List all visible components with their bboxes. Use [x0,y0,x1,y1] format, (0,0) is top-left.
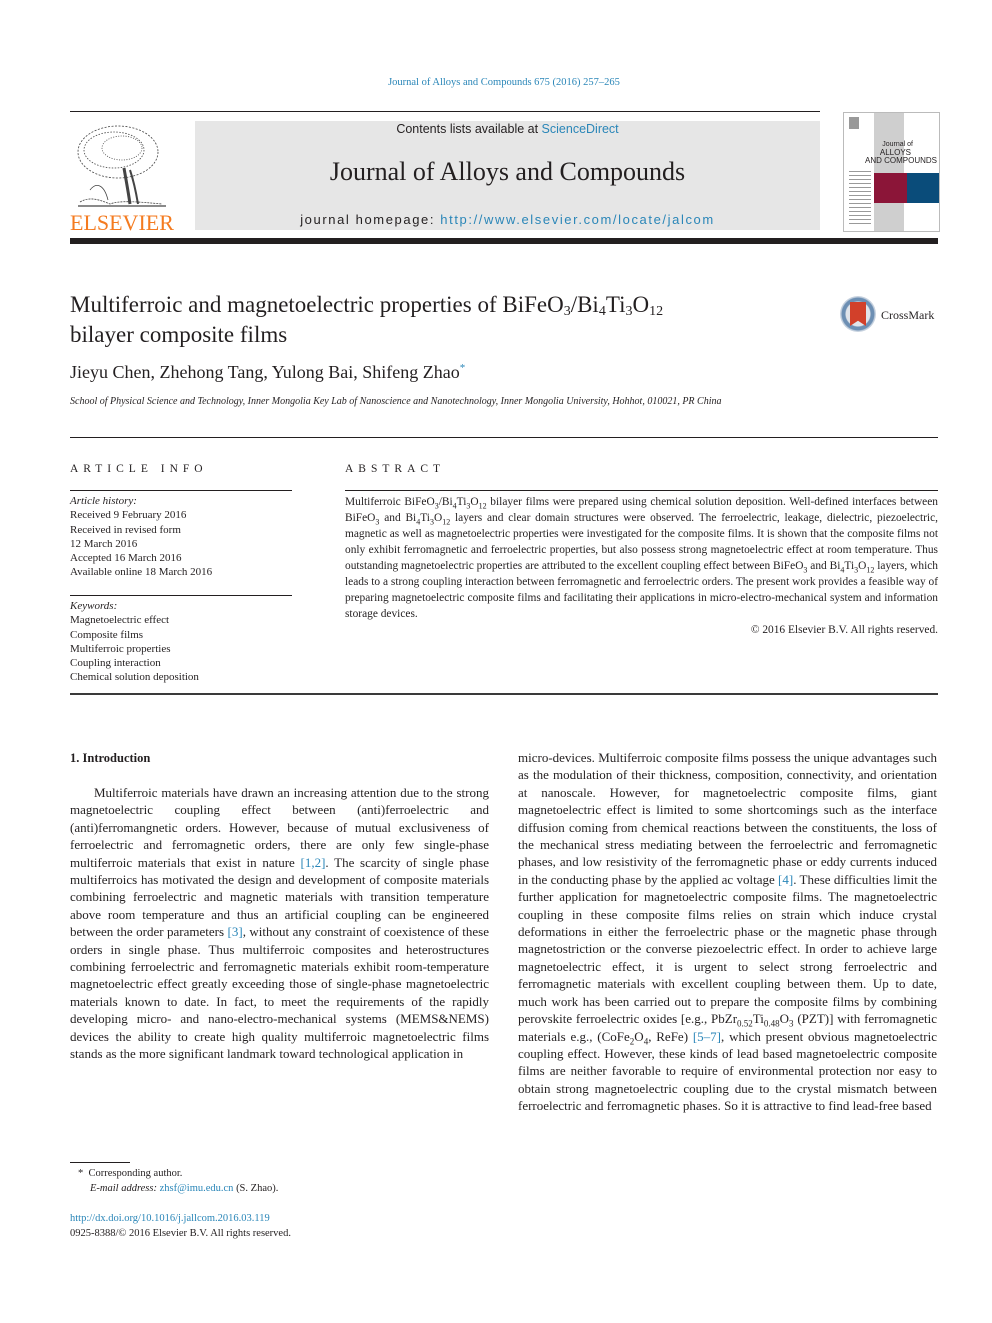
introduction-heading: 1. Introduction [70,751,151,765]
elsevier-tree-icon [77,125,166,207]
reference-link[interactable]: [4] [778,872,793,887]
history-item: Available online 18 March 2016 [70,566,213,579]
history-item: 12 March 2016 [70,537,138,550]
homepage-line: journal homepage: http://www.elsevier.co… [195,212,820,227]
doi-link[interactable]: http://dx.doi.org/10.1016/j.jallcom.2016… [70,1213,270,1224]
contents-line: Contents lists available at ScienceDirec… [195,121,820,137]
cover-contents-lines [849,171,871,227]
reference-link[interactable]: [3] [228,924,243,939]
homepage-prefix: journal homepage: [300,212,441,227]
email-label: E-mail address: [90,1183,160,1194]
contents-prefix: Contents lists available at [396,122,542,136]
footnote-mark: * [78,1168,84,1179]
authors: Jieyu Chen, Zhehong Tang, Yulong Bai, Sh… [70,362,460,382]
issn-copyright: 0925-8388/© 2016 Elsevier B.V. All right… [70,1228,291,1239]
keywords: Keywords: Magnetoelectric effect Composi… [70,599,292,685]
cover-title-line3: AND COMPOUNDS [864,156,937,165]
corresponding-author-note: Corresponding author. [88,1168,183,1179]
footnote: * Corresponding author. E-mail address: … [70,1166,490,1196]
cover-logo-icon [849,117,859,129]
header-thick-rule [70,238,938,244]
email-link[interactable]: zhsf@imu.edu.cn [160,1183,234,1194]
journal-header: Contents lists available at ScienceDirec… [195,121,820,230]
header-rule [70,111,820,112]
doi-block: http://dx.doi.org/10.1016/j.jallcom.2016… [70,1211,291,1241]
reference-link[interactable]: [1,2] [301,855,326,870]
intro-paragraph-continued: micro-devices. Multiferroic composite fi… [518,750,938,1114]
sciencedirect-link[interactable]: ScienceDirect [542,122,619,136]
homepage-link[interactable]: http://www.elsevier.com/locate/jalcom [440,212,715,227]
footnote-rule [70,1162,130,1163]
article-info-heading: ARTICLE INFO [70,463,208,475]
keyword-item: Composite films [70,628,144,641]
email-suffix: (S. Zhao). [233,1183,279,1194]
article-info-rule [70,490,292,491]
crossmark-label: CrossMark [881,308,935,322]
intro-paragraph: Multiferroic materials have drawn an inc… [70,785,489,1062]
history-label: Article history: [70,495,137,507]
cover-title: Journal of ALLOYS AND COMPOUNDS [844,141,939,165]
abstract-heading: ABSTRACT [345,463,446,475]
cover-gray-strip [874,113,904,231]
body-column-right: micro-devices. Multiferroic composite fi… [518,749,937,1115]
history-item: Accepted 16 March 2016 [70,552,182,565]
abstract-rule [345,490,938,491]
keyword-item: Magnetoelectric effect [70,614,170,627]
abstract-copyright: © 2016 Elsevier B.V. All rights reserved… [750,624,938,636]
article-title: Multiferroic and magnetoelectric propert… [70,292,664,347]
body-column-left: Multiferroic materials have drawn an inc… [70,784,489,1063]
keywords-label: Keywords: [70,600,118,612]
abstract-bottom-rule [70,693,938,695]
keyword-item: Chemical solution deposition [70,671,199,684]
elsevier-logo[interactable]: ELSEVIER [70,120,174,235]
article-history: Article history: Received 9 February 201… [70,494,292,580]
cover-crimson-block [874,173,907,203]
corresponding-author-mark[interactable]: * [460,362,466,374]
journal-citation[interactable]: Journal of Alloys and Compounds 675 (201… [0,77,992,88]
crossmark-badge[interactable]: CrossMark [840,296,940,336]
history-item: Received 9 February 2016 [70,509,187,522]
journal-cover-thumbnail[interactable]: Journal of ALLOYS AND COMPOUNDS [843,112,940,232]
author-list: Jieyu Chen, Zhehong Tang, Yulong Bai, Sh… [70,362,465,383]
history-item: Received in revised form [70,523,181,536]
journal-title[interactable]: Journal of Alloys and Compounds [195,157,820,187]
keywords-rule [70,595,292,596]
keyword-item: Coupling interaction [70,657,161,670]
elsevier-wordmark: ELSEVIER [70,210,174,235]
reference-link[interactable]: [5–7] [693,1029,721,1044]
abstract-body: Multiferroic BiFeO3/Bi4Ti3O12 bilayer fi… [345,496,938,636]
keyword-item: Multiferroic properties [70,642,171,655]
cover-blue-block [907,173,939,203]
section-rule [70,437,938,438]
affiliation: School of Physical Science and Technolog… [70,396,722,407]
